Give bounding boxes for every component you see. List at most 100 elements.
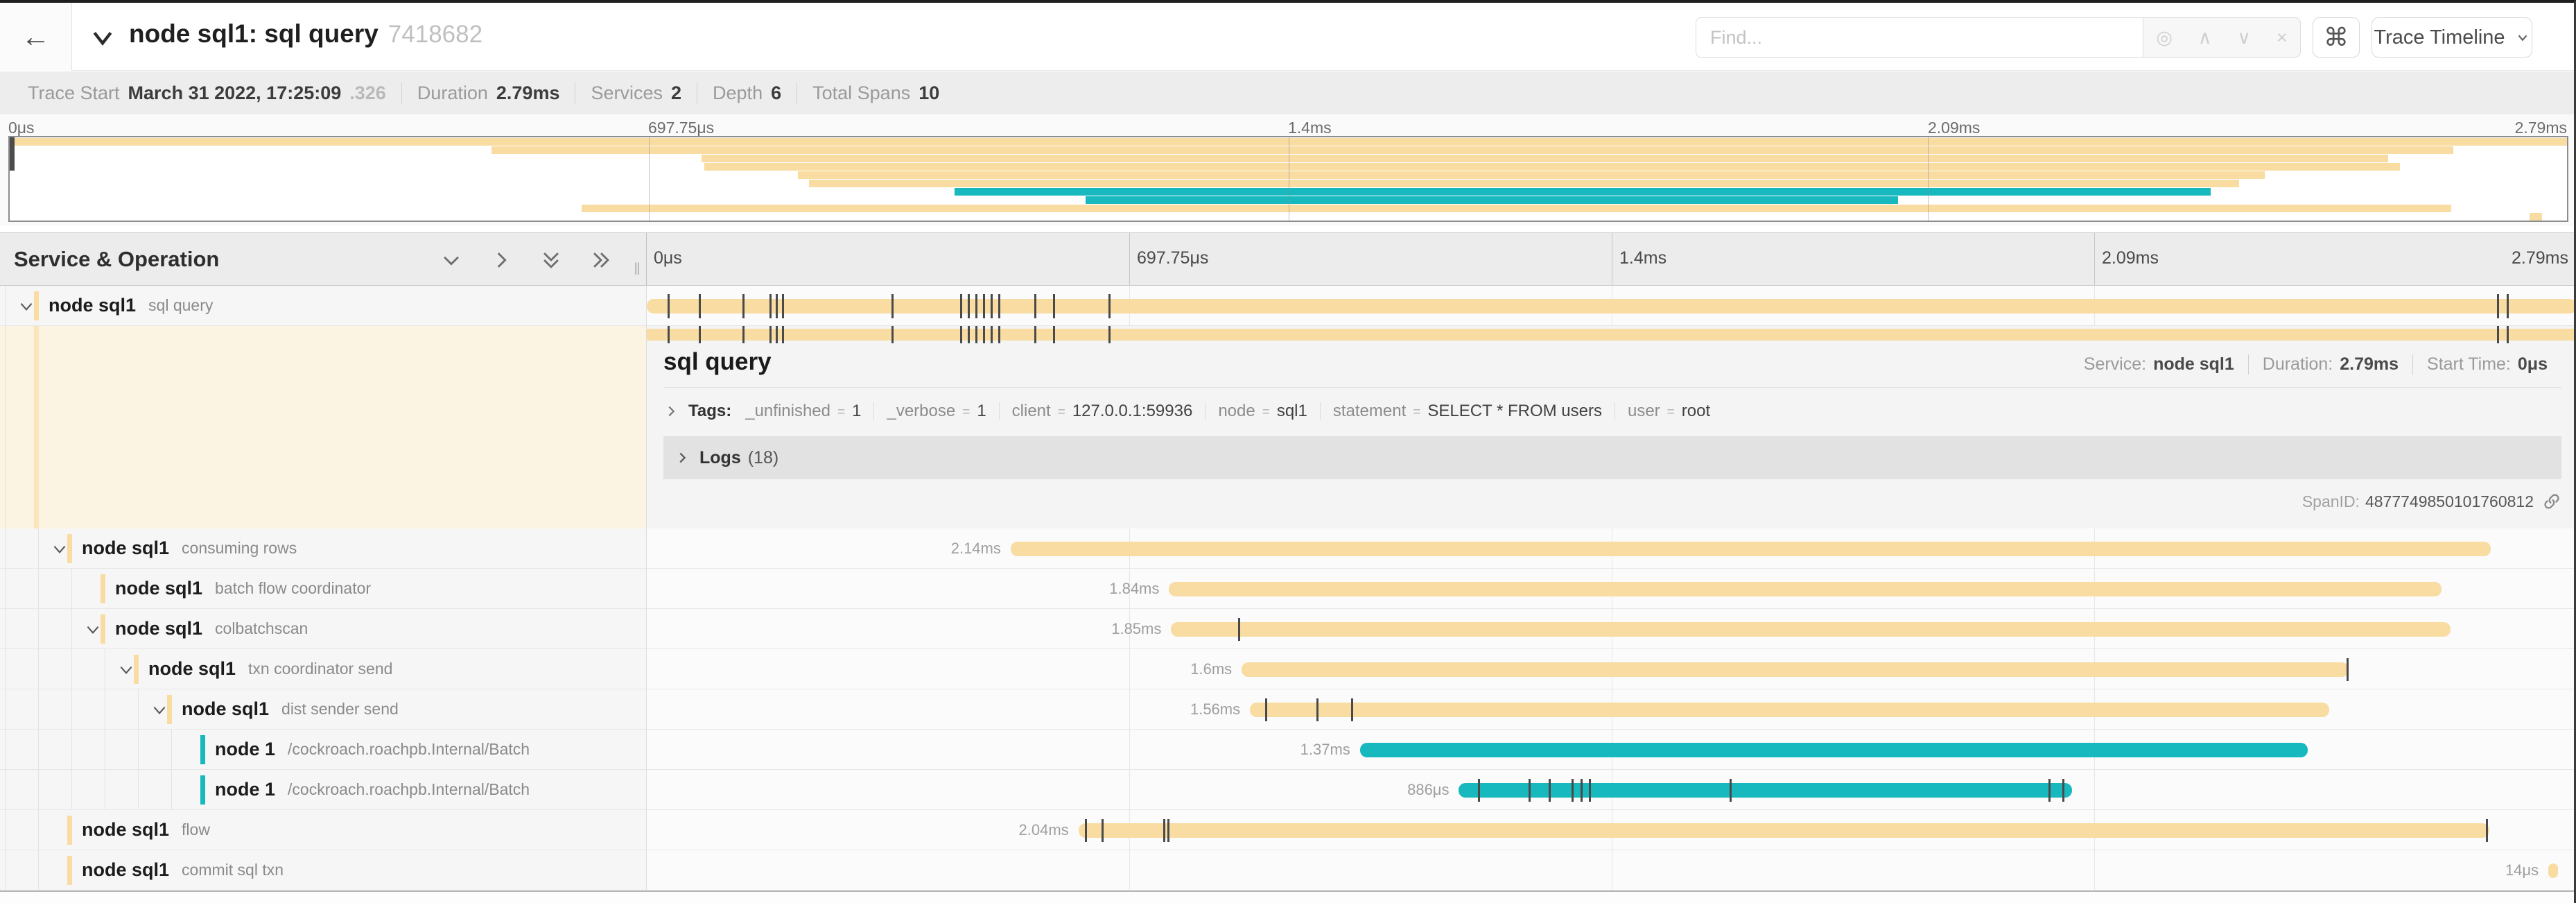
log-tick[interactable]: [1167, 819, 1169, 842]
span-timeline-cell[interactable]: 2.14ms: [646, 528, 2574, 569]
chevron-down-icon: [89, 24, 116, 51]
log-tick[interactable]: [769, 294, 772, 318]
log-tick[interactable]: [1238, 618, 1240, 641]
back-button[interactable]: ←: [0, 3, 72, 71]
span-timeline-cell[interactable]: 1.84ms: [646, 569, 2574, 609]
span-bar[interactable]: [1360, 743, 2308, 757]
log-tick[interactable]: [960, 294, 962, 318]
log-tick[interactable]: [968, 294, 970, 318]
span-bar[interactable]: [1011, 542, 2491, 556]
log-tick[interactable]: [699, 294, 701, 318]
log-tick[interactable]: [2507, 294, 2509, 318]
chevron-right-icon: [663, 404, 679, 419]
log-tick[interactable]: [1730, 779, 1732, 802]
log-tick: [742, 326, 745, 343]
expand-chevron-icon[interactable]: [17, 298, 35, 316]
span-timeline-cell[interactable]: 1.56ms: [646, 689, 2574, 730]
span-timeline-cell[interactable]: 1.6ms: [646, 649, 2574, 689]
span-name-cell[interactable]: node 1/cockroach.roachpb.Internal/Batch: [0, 730, 646, 770]
span-timeline-cell[interactable]: [646, 286, 2574, 326]
page-title: node sql1: sql query7418682: [129, 19, 482, 49]
span-timeline-cell[interactable]: 14μs: [646, 850, 2574, 891]
span-bar-detail[interactable]: [647, 329, 2574, 341]
span-name-cell[interactable]: node 1/cockroach.roachpb.Internal/Batch: [0, 770, 646, 810]
log-tick[interactable]: [991, 294, 993, 318]
span-timeline-cell[interactable]: 1.37ms: [646, 730, 2574, 770]
log-tick[interactable]: [2486, 819, 2488, 842]
expand-all-icon[interactable]: [589, 248, 613, 272]
view-selector-button[interactable]: Trace Timeline: [2372, 17, 2532, 58]
column-resizer-handle[interactable]: ‖: [634, 260, 642, 280]
span-bar[interactable]: [1250, 703, 2329, 717]
log-tick[interactable]: [2062, 779, 2064, 802]
expand-chevron-icon[interactable]: [84, 621, 102, 639]
expand-chevron-icon[interactable]: [117, 661, 135, 679]
log-tick[interactable]: [742, 294, 745, 318]
span-timeline-cell[interactable]: 886μs: [646, 770, 2574, 810]
log-tick[interactable]: [1316, 698, 1319, 721]
span-name-cell[interactable]: node sql1commit sql txn: [0, 850, 646, 891]
expand-chevron-icon[interactable]: [150, 701, 168, 719]
span-bar[interactable]: [1242, 662, 2349, 677]
service-name: node 1: [215, 779, 275, 800]
span-bar[interactable]: [1169, 582, 2442, 596]
service-name: node sql1: [82, 819, 169, 841]
span-name-cell[interactable]: node sql1batch flow coordinator: [0, 569, 646, 609]
log-tick[interactable]: [975, 294, 977, 318]
span-name-cell[interactable]: node sql1colbatchscan: [0, 609, 646, 649]
span-bar[interactable]: [1079, 823, 2490, 838]
log-tick[interactable]: [2048, 779, 2051, 802]
prev-match-icon[interactable]: ∧: [2198, 28, 2212, 47]
log-tick[interactable]: [1549, 779, 1551, 802]
log-tick[interactable]: [1351, 698, 1353, 721]
log-tick[interactable]: [1163, 819, 1165, 842]
clear-search-icon[interactable]: ×: [2277, 28, 2288, 47]
span-bar[interactable]: [1171, 622, 2451, 637]
span-name-cell[interactable]: node sql1txn coordinator send: [0, 649, 646, 689]
log-tick[interactable]: [1581, 779, 1583, 802]
expand-one-icon[interactable]: [489, 248, 513, 272]
span-name-cell[interactable]: node sql1dist sender send: [0, 689, 646, 730]
span-name-cell[interactable]: node sql1consuming rows: [0, 528, 646, 569]
next-match-icon[interactable]: ∨: [2237, 28, 2251, 47]
collapse-one-icon[interactable]: [440, 248, 463, 272]
keyboard-shortcuts-button[interactable]: ⌘: [2313, 17, 2360, 58]
span-timeline-cell[interactable]: 1.85ms: [646, 609, 2574, 649]
log-tick[interactable]: [776, 294, 778, 318]
minimap-scrubber-handle[interactable]: [10, 137, 15, 171]
log-tick[interactable]: [1572, 779, 1574, 802]
log-tick[interactable]: [1265, 698, 1267, 721]
log-tick[interactable]: [2347, 658, 2349, 681]
span-bar[interactable]: [647, 299, 2574, 313]
log-tick[interactable]: [1478, 779, 1480, 802]
span-name-cell[interactable]: node sql1 flow: [0, 810, 646, 850]
minimap-span-strip: [491, 146, 2453, 154]
span-name-cell[interactable]: node sql1sql query: [0, 286, 646, 326]
log-tick[interactable]: [983, 294, 985, 318]
logs-accordion[interactable]: Logs (18): [663, 436, 2561, 479]
span-timeline-cell[interactable]: 2.04ms: [646, 810, 2574, 850]
find-input[interactable]: [1696, 17, 2143, 58]
log-tick[interactable]: [2497, 294, 2499, 318]
log-tick[interactable]: [1034, 294, 1036, 318]
log-tick[interactable]: [1053, 294, 1055, 318]
span-bar[interactable]: [2548, 863, 2558, 878]
operation-name: flow: [182, 820, 210, 839]
log-tick[interactable]: [1529, 779, 1531, 802]
log-tick[interactable]: [1102, 819, 1104, 842]
locate-icon[interactable]: ◎: [2156, 28, 2173, 47]
log-tick[interactable]: [1085, 819, 1087, 842]
link-icon[interactable]: [2542, 492, 2561, 511]
log-tick[interactable]: [668, 294, 670, 318]
collapse-all-icon[interactable]: [539, 248, 563, 272]
log-tick[interactable]: [1589, 779, 1591, 802]
log-tick[interactable]: [782, 294, 784, 318]
log-tick[interactable]: [998, 294, 1000, 318]
log-tick[interactable]: [1108, 294, 1111, 318]
log-tick[interactable]: [891, 294, 894, 318]
tags-accordion[interactable]: Tags: _unfinished=1_verbose=1client=127.…: [663, 402, 2561, 421]
expand-chevron-icon[interactable]: [51, 540, 69, 558]
trace-collapse-toggle[interactable]: [89, 24, 119, 51]
minimap-canvas[interactable]: [8, 136, 2568, 222]
minimap-gridline: [1928, 137, 1929, 221]
